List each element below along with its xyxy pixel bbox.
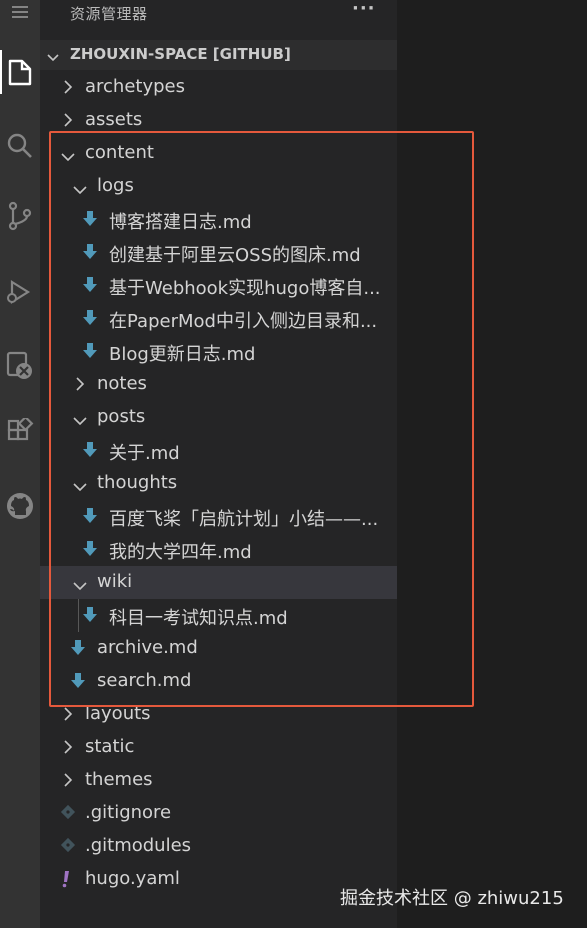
tree-item-label: static <box>85 736 135 757</box>
tree-folder-row[interactable]: posts <box>40 401 397 434</box>
remote-icon[interactable] <box>0 346 40 386</box>
tree-item-label: 我的大学四年.md <box>109 542 252 563</box>
markdown-file-icon <box>82 276 98 298</box>
tree-file-row[interactable]: 在PaperMod中引入侧边目录和... <box>40 302 397 335</box>
search-icon[interactable] <box>0 126 40 166</box>
markdown-file-icon <box>82 441 98 463</box>
chevron-right-icon <box>62 79 74 99</box>
tree-item-label: notes <box>97 373 147 394</box>
markdown-file-icon <box>82 243 98 265</box>
tree-item-label: posts <box>97 406 146 427</box>
tree-item-label: layouts <box>85 703 151 724</box>
tree-item-label: archetypes <box>85 76 186 97</box>
tree-item-label: thoughts <box>97 472 178 493</box>
ellipsis-icon[interactable]: ··· <box>352 0 376 19</box>
tree-folder-row[interactable]: content <box>40 137 397 170</box>
tree-file-row[interactable]: 博客搭建日志.md <box>40 203 397 236</box>
tree-item-label: 科目一考试知识点.md <box>109 608 288 629</box>
tree-item-label: wiki <box>97 571 133 592</box>
activity-bar <box>0 0 40 928</box>
chevron-down-icon <box>72 478 88 497</box>
markdown-file-icon <box>82 606 98 628</box>
chevron-down-icon <box>60 148 76 167</box>
yaml-file-icon <box>60 870 72 892</box>
tree-folder-row[interactable]: layouts <box>40 698 397 731</box>
markdown-file-icon <box>70 672 86 694</box>
tree-item-label: Blog更新日志.md <box>109 344 256 365</box>
markdown-file-icon <box>82 507 98 529</box>
tree-item-label: .gitmodules <box>85 835 192 856</box>
tree-item-label: 基于Webhook实现hugo博客自... <box>109 278 381 299</box>
chevron-down-icon <box>72 181 88 200</box>
tree-item-label: hugo.yaml <box>85 868 180 889</box>
workspace-title: ZHOUXIN-SPACE [GITHUB] <box>70 45 291 63</box>
tree-folder-row[interactable]: archetypes <box>40 71 397 104</box>
tree-folder-row[interactable]: thoughts <box>40 467 397 500</box>
tree-file-row[interactable]: 创建基于阿里云OSS的图床.md <box>40 236 397 269</box>
active-view-indicator <box>0 50 2 94</box>
tree-file-row[interactable]: 基于Webhook实现hugo博客自... <box>40 269 397 302</box>
markdown-file-icon <box>82 309 98 331</box>
tree-folder-row[interactable]: static <box>40 731 397 764</box>
tree-folder-row[interactable]: themes <box>40 764 397 797</box>
watermark: 掘金技术社区 @ zhiwu215 <box>340 888 564 909</box>
tree-file-row[interactable]: 关于.md <box>40 434 397 467</box>
tree-item-label: content <box>85 142 154 163</box>
tree-folder-row[interactable]: notes <box>40 368 397 401</box>
indent-guide <box>78 599 79 632</box>
tree-item-label: themes <box>85 769 153 790</box>
editor-area <box>397 0 587 928</box>
tree-file-row[interactable]: Blog更新日志.md <box>40 335 397 368</box>
tree-item-label: search.md <box>97 670 192 691</box>
tree-file-row[interactable]: 我的大学四年.md <box>40 533 397 566</box>
tree-file-row[interactable]: search.md <box>40 665 397 698</box>
tree-folder-row[interactable]: logs <box>40 170 397 203</box>
tree-file-row[interactable]: .gitignore <box>40 797 397 830</box>
git-file-icon <box>60 837 76 857</box>
tree-item-label: .gitignore <box>85 802 172 823</box>
tree-file-row[interactable]: archive.md <box>40 632 397 665</box>
chevron-down-icon <box>46 49 60 68</box>
markdown-file-icon <box>82 210 98 232</box>
tree-item-label: 关于.md <box>109 443 180 464</box>
tree-item-label: 创建基于阿里云OSS的图床.md <box>109 245 361 266</box>
menu-icon[interactable] <box>0 0 40 32</box>
tree-item-label: logs <box>97 175 134 196</box>
tree-item-label: 百度飞桨「启航计划」小结——... <box>109 509 379 530</box>
tree-file-row[interactable]: 百度飞桨「启航计划」小结——... <box>40 500 397 533</box>
tree-folder-row[interactable]: wiki <box>40 566 397 599</box>
markdown-file-icon <box>82 342 98 364</box>
chevron-down-icon <box>72 412 88 431</box>
source-control-icon[interactable] <box>0 196 40 236</box>
files-icon[interactable] <box>0 52 40 92</box>
git-file-icon <box>60 804 76 824</box>
chevron-right-icon <box>62 706 74 726</box>
tree-folder-row[interactable]: assets <box>40 104 397 137</box>
tree-item-label: 在PaperMod中引入侧边目录和... <box>109 311 378 332</box>
run-debug-icon[interactable] <box>0 272 40 312</box>
chevron-down-icon <box>72 577 88 596</box>
chevron-right-icon <box>74 376 86 396</box>
tree-file-row[interactable]: .gitmodules <box>40 830 397 863</box>
extensions-icon[interactable] <box>0 412 40 452</box>
github-icon[interactable] <box>0 486 40 526</box>
tree-item-label: assets <box>85 109 143 130</box>
chevron-right-icon <box>62 739 74 759</box>
tree-item-label: 博客搭建日志.md <box>109 212 252 233</box>
explorer-title: 资源管理器 <box>70 5 148 23</box>
markdown-file-icon <box>70 639 86 661</box>
markdown-file-icon <box>82 540 98 562</box>
tree-file-row[interactable]: 科目一考试知识点.md <box>40 599 397 632</box>
tree-item-label: archive.md <box>97 637 198 658</box>
workspace-section-header[interactable]: ZHOUXIN-SPACE [GITHUB] <box>40 40 397 70</box>
chevron-right-icon <box>62 112 74 132</box>
chevron-right-icon <box>62 772 74 792</box>
explorer-title-bar: 资源管理器 ··· <box>40 0 397 26</box>
explorer-sidebar: 资源管理器 ··· ZHOUXIN-SPACE [GITHUB] archety… <box>40 0 397 928</box>
